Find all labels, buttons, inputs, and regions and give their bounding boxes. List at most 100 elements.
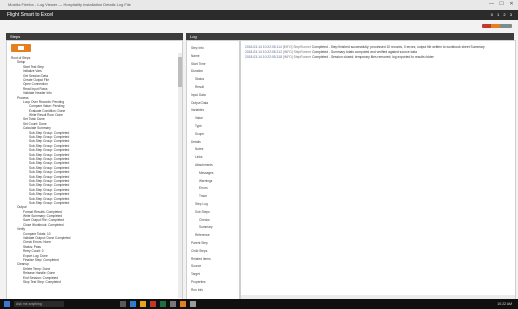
detail-item[interactable]: Trace bbox=[199, 194, 207, 198]
detail-item[interactable]: Summary bbox=[199, 225, 213, 229]
detail-item[interactable]: Input Data bbox=[191, 93, 206, 97]
tree-row-label: Write Result Row: Done bbox=[29, 113, 63, 118]
tree-row-label: Sub-Step Group: Completed bbox=[29, 196, 70, 201]
counter-3: 3 bbox=[509, 12, 512, 17]
tree-row-label: Compare Totals: 10 bbox=[23, 231, 51, 236]
detail-item[interactable]: Related Items bbox=[191, 257, 211, 261]
log-msg: Completed - Session closed; temporary fi… bbox=[312, 55, 434, 59]
detail-item[interactable]: Step Log bbox=[195, 202, 208, 206]
detail-item[interactable]: Source bbox=[191, 264, 201, 268]
detail-item[interactable]: Status bbox=[195, 77, 204, 81]
expand-button[interactable] bbox=[11, 44, 31, 52]
tree-row-label: Root of Steps bbox=[11, 56, 31, 60]
detail-item[interactable]: Attachments bbox=[195, 163, 213, 167]
log-panel: 2018-03-14 10:22:05.114 [INFO] StepRunne… bbox=[240, 40, 516, 300]
detail-item[interactable]: Links bbox=[195, 155, 202, 159]
tree-row-label: Sub-Step Group: Completed bbox=[29, 187, 70, 192]
tree-row-label: Initialize Vars bbox=[23, 69, 42, 74]
detail-item[interactable]: Child Steps bbox=[191, 249, 207, 253]
log-msg: Completed - Step finished successfully; … bbox=[311, 45, 485, 49]
firefox-icon[interactable] bbox=[180, 301, 186, 307]
tree-row-label: Check Errors: None bbox=[23, 240, 51, 245]
tree-row-label: Close Workbook: Completed bbox=[23, 222, 64, 227]
excel-icon[interactable] bbox=[160, 301, 166, 307]
tree-row-label: Setup bbox=[17, 60, 26, 65]
detail-item[interactable]: Warnings bbox=[199, 179, 212, 183]
counter-2: 2 bbox=[503, 12, 506, 17]
tree-row[interactable]: Stop Test Step: Completed bbox=[11, 280, 176, 284]
detail-item[interactable]: Value bbox=[195, 116, 203, 120]
detail-item[interactable]: Properties bbox=[191, 280, 206, 284]
app-icon-1[interactable] bbox=[150, 301, 156, 307]
detail-item[interactable]: Parent Step bbox=[191, 241, 208, 245]
tree-row-label: Validate Header Info bbox=[23, 91, 52, 96]
tree-row-label: Set Total: Done bbox=[23, 117, 45, 122]
tree-row-label: Sub-Step Group: Completed bbox=[29, 139, 70, 144]
detail-item[interactable]: Scope bbox=[195, 132, 204, 136]
app-icon-3[interactable] bbox=[190, 301, 196, 307]
window-title: Mozilla Firefox - Log Viewer — Hospitali… bbox=[8, 2, 131, 7]
log-msg: Completed - Summary totals computed and … bbox=[312, 50, 417, 54]
start-button[interactable] bbox=[4, 301, 10, 307]
tree-row-label: Sub-Step Group: Completed bbox=[29, 143, 70, 148]
counters: 0 1 2 3 bbox=[488, 12, 512, 17]
detail-item[interactable]: Result bbox=[195, 85, 204, 89]
detail-item[interactable]: Messages bbox=[199, 171, 214, 175]
detail-item[interactable]: Type bbox=[195, 124, 202, 128]
tree-row-label: Output bbox=[17, 205, 27, 210]
expand-icon bbox=[18, 46, 24, 50]
log-time: 2018-03-14 10:22:05.212 bbox=[245, 50, 283, 54]
detail-item[interactable]: Step Info bbox=[191, 46, 204, 50]
tree-scrollbar[interactable] bbox=[178, 53, 182, 298]
detail-item[interactable]: Sub Steps bbox=[195, 210, 210, 214]
tree-row-label: Set Count: Done bbox=[23, 121, 47, 126]
detail-item[interactable]: Start Time bbox=[191, 62, 206, 66]
detail-item[interactable]: Checks bbox=[199, 218, 210, 222]
detail-item[interactable]: Output Data bbox=[191, 101, 208, 105]
tree-row-label: Read Input Rows bbox=[23, 86, 48, 91]
detail-item[interactable]: Details bbox=[191, 140, 201, 144]
app-title: Flight Smart to Excel bbox=[7, 12, 54, 18]
task-view-icon[interactable] bbox=[120, 301, 126, 307]
close-icon[interactable]: ✕ bbox=[507, 1, 516, 8]
minimize-icon[interactable]: — bbox=[487, 1, 496, 8]
detail-item[interactable]: Variables bbox=[191, 108, 204, 112]
log-time: 2018-03-14 10:22:05.114 bbox=[245, 45, 282, 49]
counter-1: 1 bbox=[497, 12, 500, 17]
detail-item[interactable]: Notes bbox=[195, 147, 203, 151]
log-level: [INFO] StepRunner bbox=[282, 45, 312, 49]
log-line: 2018-03-14 10:22:05.114 [INFO] StepRunne… bbox=[245, 45, 485, 49]
tree-row-label: Save Output File: Completed bbox=[23, 218, 64, 223]
tree-row-label: End Session: Completed bbox=[23, 275, 59, 280]
explorer-icon[interactable] bbox=[140, 301, 146, 307]
tree-row-label: Evaluate Condition: Done bbox=[29, 108, 66, 113]
detail-item[interactable]: Run Info bbox=[191, 288, 203, 292]
tree-row-label: Get Session Data bbox=[23, 73, 48, 78]
counter-0: 0 bbox=[490, 12, 493, 17]
detail-item[interactable]: Name bbox=[191, 54, 200, 58]
tree-row-label: Sub-Step Group: Completed bbox=[29, 200, 70, 205]
detail-item[interactable]: Target bbox=[191, 272, 200, 276]
tree-scroll-thumb[interactable] bbox=[178, 57, 182, 87]
tree-row-label: Export Log: Done bbox=[23, 253, 48, 258]
tree-row-label: Cleanup bbox=[17, 262, 29, 267]
tree-row-label: Sub-Step Group: Completed bbox=[29, 148, 70, 153]
log-line: 2018-03-14 10:22:05.318 [INFO] StepRunne… bbox=[245, 55, 434, 59]
edge-icon[interactable] bbox=[130, 301, 136, 307]
detail-item[interactable]: Reference bbox=[195, 233, 210, 237]
detail-item[interactable]: Duration bbox=[191, 69, 203, 73]
details-panel: Step Info Name Start Time Duration Status Res… bbox=[186, 40, 240, 300]
maximize-icon[interactable]: ☐ bbox=[497, 1, 506, 8]
tree-row-label: Open Connection bbox=[23, 82, 48, 87]
tree-row-label: Sub-Step Group: Completed bbox=[29, 183, 70, 188]
status-indicator bbox=[482, 24, 512, 28]
taskbar-search[interactable]: Ask me anything bbox=[14, 301, 64, 307]
taskbar-clock: 10:22 AM bbox=[497, 302, 512, 306]
left-pane-header: Steps bbox=[6, 33, 183, 40]
app-icon-2[interactable] bbox=[170, 301, 176, 307]
detail-item[interactable]: Errors bbox=[199, 186, 208, 190]
tree-row-label: Sub-Step Group: Completed bbox=[29, 170, 70, 175]
tree-row-label: Sub-Step Group: Completed bbox=[29, 156, 70, 161]
tree-row-label: Sub-Step Group: Completed bbox=[29, 165, 70, 170]
steps-tree: Root of Steps Setup Start Test Step Initial… bbox=[11, 56, 176, 284]
